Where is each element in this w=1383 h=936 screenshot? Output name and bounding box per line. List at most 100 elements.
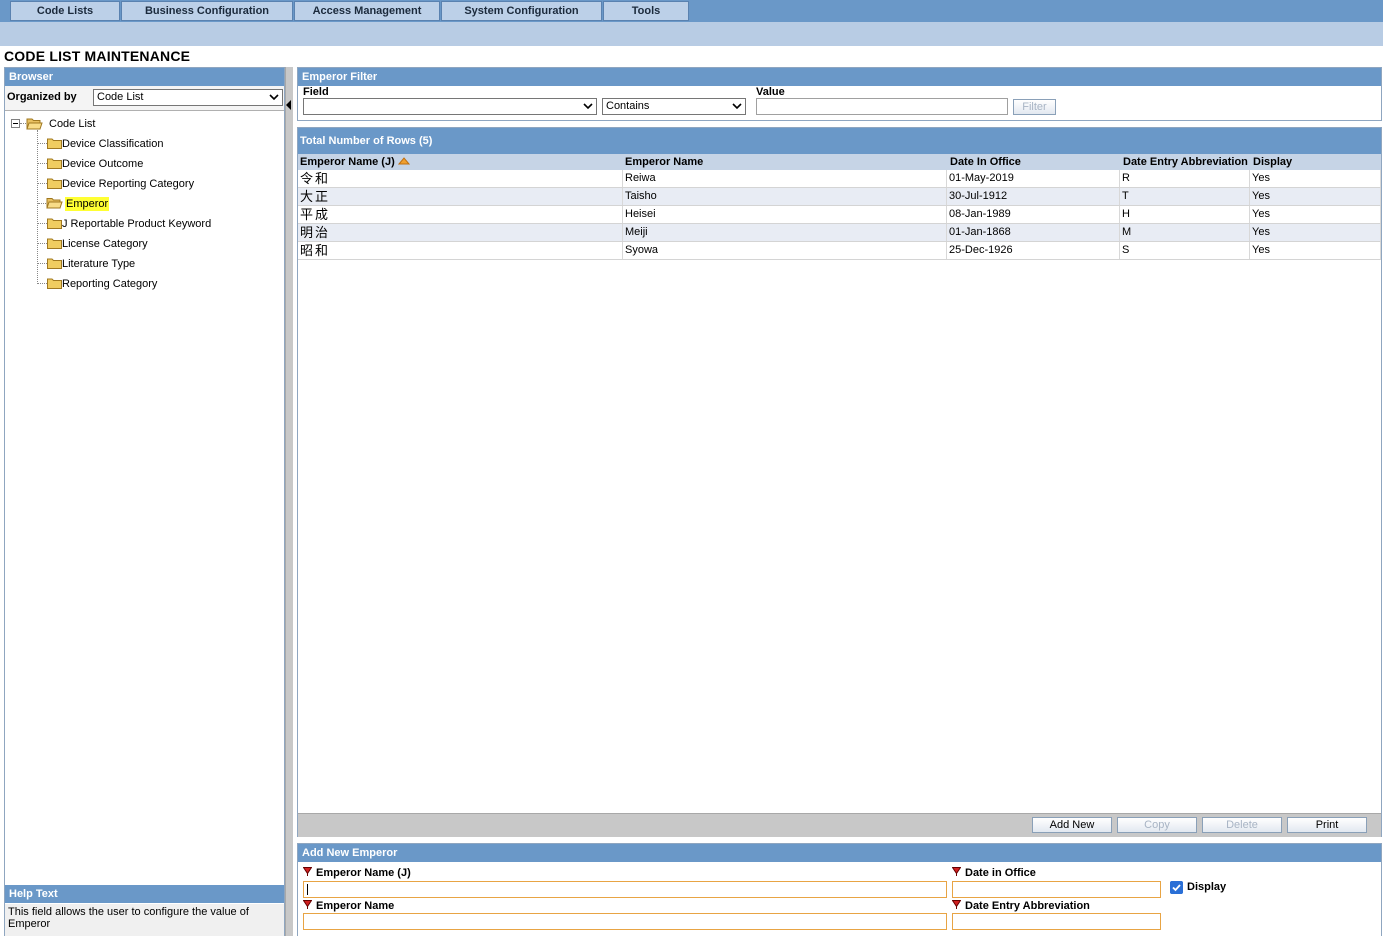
open-folder-icon — [46, 198, 63, 209]
cell-display: Yes — [1250, 206, 1381, 223]
cell-emperor-name-j: 大正 — [298, 188, 623, 205]
emperor-name-label: Emperor Name — [316, 900, 395, 912]
col-header-emperor-name-j[interactable]: Emperor Name (J) — [298, 154, 622, 170]
tree-item-reporting-category[interactable]: Reporting Category — [62, 277, 157, 291]
tree-item-j-reportable-product-keyword[interactable]: J Reportable Product Keyword — [62, 217, 211, 231]
emperor-name-j-label: Emperor Name (J) — [316, 867, 411, 879]
required-flag-icon — [303, 900, 312, 909]
tree-root-code-list[interactable]: Code List — [49, 117, 95, 131]
copy-button[interactable]: Copy — [1117, 817, 1197, 833]
required-flag-icon — [952, 867, 961, 876]
table-row[interactable]: 令和 Reiwa 01-May-2019 R Yes — [298, 170, 1381, 188]
page-title: CODE LIST MAINTENANCE — [4, 48, 191, 64]
chevron-down-icon — [732, 103, 742, 110]
date-in-office-label: Date in Office — [965, 867, 1036, 879]
folder-icon — [47, 258, 62, 269]
cell-date-in-office: 01-Jan-1868 — [947, 224, 1120, 241]
menu-tab-access-management[interactable]: Access Management — [294, 1, 440, 21]
tree-item-device-classification[interactable]: Device Classification — [62, 137, 163, 151]
table-row[interactable]: 平成 Heisei 08-Jan-1989 H Yes — [298, 206, 1381, 224]
browser-header: Browser — [5, 68, 284, 86]
cell-emperor-name-j: 明治 — [298, 224, 623, 241]
grid-action-toolbar: Add New Copy Delete Print — [298, 813, 1381, 837]
date-in-office-input[interactable] — [952, 881, 1161, 898]
cell-date-entry-abbreviation: M — [1120, 224, 1250, 241]
folder-icon — [47, 278, 62, 289]
filter-field-label: Field — [303, 86, 329, 98]
filter-value-input[interactable] — [756, 98, 1008, 115]
add-new-emperor-header: Add New Emperor — [298, 844, 1381, 862]
col-header-date-in-office[interactable]: Date In Office — [948, 154, 1121, 170]
filter-field-select[interactable] — [303, 98, 597, 115]
organized-by-row: Organized by Code List — [5, 86, 284, 111]
panel-splitter[interactable] — [285, 67, 293, 936]
folder-icon — [47, 178, 62, 189]
date-entry-abbreviation-input[interactable] — [952, 913, 1161, 930]
collapse-icon[interactable] — [11, 119, 20, 128]
main-menu-bar: Code Lists Business Configuration Access… — [0, 0, 1383, 22]
menu-tab-system-configuration[interactable]: System Configuration — [441, 1, 602, 21]
filter-button[interactable]: Filter — [1013, 99, 1056, 115]
cell-date-entry-abbreviation: S — [1120, 242, 1250, 259]
cell-date-entry-abbreviation: R — [1120, 170, 1250, 187]
organized-by-label: Organized by — [7, 91, 77, 103]
tree-item-emperor-selected[interactable]: Emperor — [65, 197, 110, 211]
help-text-body: This field allows the user to configure … — [5, 904, 284, 936]
cell-emperor-name: Taisho — [623, 188, 947, 205]
tree-item-license-category[interactable]: License Category — [62, 237, 148, 251]
chevron-down-icon — [583, 103, 593, 110]
folder-icon — [47, 238, 62, 249]
table-row[interactable]: 昭和 Syowa 25-Dec-1926 S Yes — [298, 242, 1381, 260]
tree-item-device-outcome[interactable]: Device Outcome — [62, 157, 143, 171]
sub-menu-bar — [0, 22, 1383, 46]
sort-ascending-icon — [397, 157, 410, 165]
delete-button[interactable]: Delete — [1202, 817, 1282, 833]
chevron-down-icon — [269, 94, 279, 101]
cell-date-in-office: 01-May-2019 — [947, 170, 1120, 187]
cell-display: Yes — [1250, 170, 1381, 187]
filter-value-label: Value — [756, 86, 785, 98]
col-header-emperor-name[interactable]: Emperor Name — [623, 154, 947, 170]
cell-emperor-name: Reiwa — [623, 170, 947, 187]
help-text-header: Help Text — [5, 885, 284, 903]
emperor-filter-header: Emperor Filter — [298, 68, 1381, 86]
col-header-display[interactable]: Display — [1251, 154, 1381, 170]
required-flag-icon — [952, 900, 961, 909]
organized-by-select[interactable]: Code List — [93, 89, 283, 106]
cell-display: Yes — [1250, 224, 1381, 241]
cell-emperor-name: Syowa — [623, 242, 947, 259]
menu-tab-code-lists[interactable]: Code Lists — [10, 1, 120, 21]
table-row[interactable]: 明治 Meiji 01-Jan-1868 M Yes — [298, 224, 1381, 242]
add-new-button[interactable]: Add New — [1032, 817, 1112, 833]
emperor-name-input[interactable] — [303, 913, 947, 930]
menu-tab-business-configuration[interactable]: Business Configuration — [121, 1, 293, 21]
folder-icon — [47, 138, 62, 149]
cell-date-in-office: 25-Dec-1926 — [947, 242, 1120, 259]
cell-emperor-name: Meiji — [623, 224, 947, 241]
cell-date-entry-abbreviation: T — [1120, 188, 1250, 205]
cell-emperor-name-j: 平成 — [298, 206, 623, 223]
print-button[interactable]: Print — [1287, 817, 1367, 833]
folder-icon — [47, 218, 62, 229]
filter-operator-value: Contains — [606, 100, 650, 112]
text-caret — [307, 884, 308, 895]
cell-emperor-name-j: 昭和 — [298, 242, 623, 259]
cell-display: Yes — [1250, 242, 1381, 259]
table-row[interactable]: 大正 Taisho 30-Jul-1912 T Yes — [298, 188, 1381, 206]
menu-tab-tools[interactable]: Tools — [603, 1, 689, 21]
required-flag-icon — [303, 867, 312, 876]
tree-item-literature-type[interactable]: Literature Type — [62, 257, 135, 271]
cell-display: Yes — [1250, 188, 1381, 205]
display-checkbox[interactable] — [1170, 881, 1183, 894]
cell-emperor-name: Heisei — [623, 206, 947, 223]
grid-header-total-rows: Total Number of Rows (5) — [298, 128, 1381, 154]
cell-emperor-name-j: 令和 — [298, 170, 623, 187]
filter-operator-select[interactable]: Contains — [602, 98, 746, 115]
tree-item-device-reporting-category[interactable]: Device Reporting Category — [62, 177, 194, 191]
display-label: Display — [1187, 881, 1227, 893]
col-header-date-entry-abbreviation[interactable]: Date Entry Abbreviation — [1121, 154, 1251, 170]
collapse-left-arrow-icon[interactable] — [286, 100, 291, 110]
cell-date-in-office: 08-Jan-1989 — [947, 206, 1120, 223]
cell-date-in-office: 30-Jul-1912 — [947, 188, 1120, 205]
emperor-name-j-input[interactable] — [303, 881, 947, 898]
